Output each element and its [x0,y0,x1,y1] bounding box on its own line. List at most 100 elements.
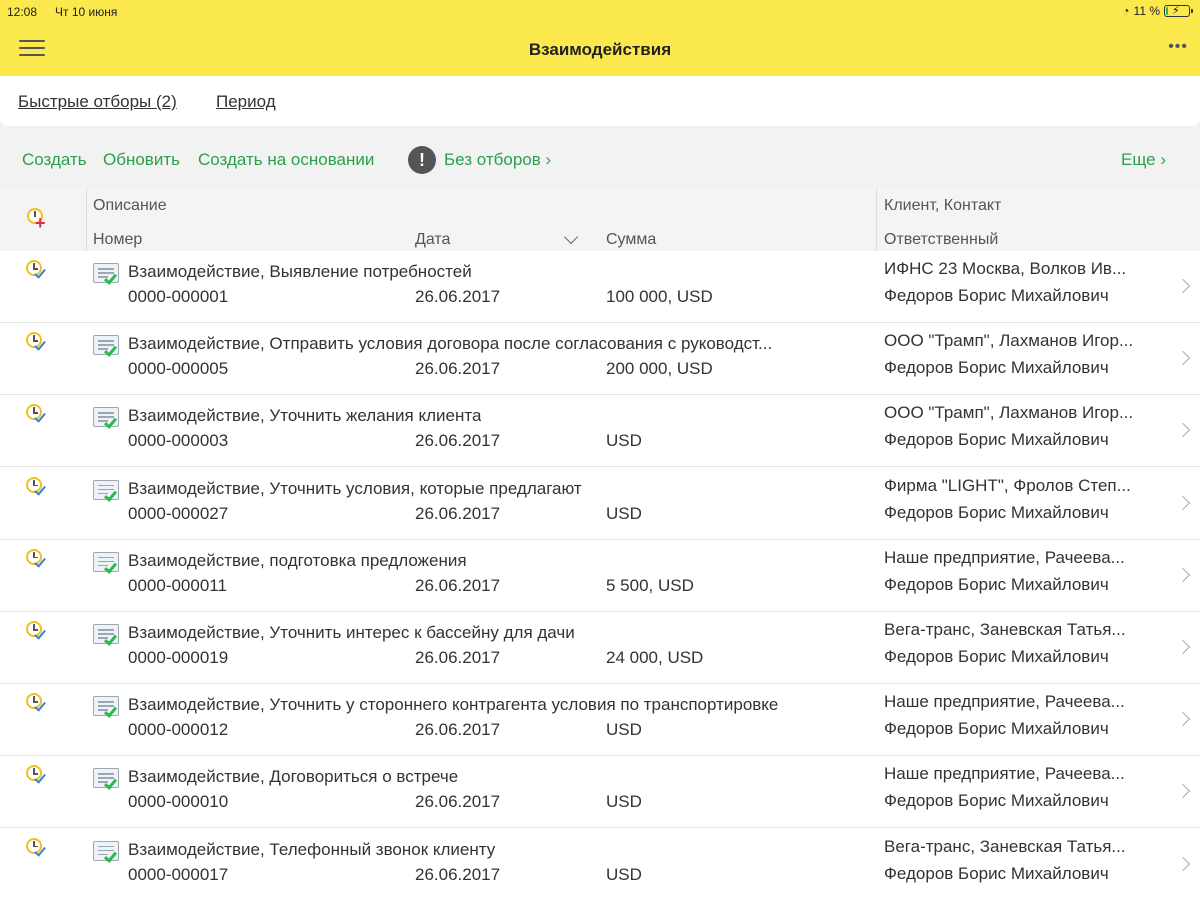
row-number: 0000-000005 [128,359,229,379]
filter-panel: Быстрые отборы (2) Период [0,76,1200,128]
add-reminder-icon[interactable]: + [35,214,46,232]
table-row[interactable]: Взаимодействие, подготовка предложения 00… [0,539,1200,612]
row-number: 0000-000011 [128,575,227,595]
chevron-right-icon: › [545,150,552,169]
quick-filters-link[interactable]: Быстрые отборы (2) [18,92,177,112]
row-responsible: Федоров Борис Михайлович [884,791,1109,811]
row-responsible: Федоров Борис Михайлович [884,719,1109,739]
filter-card: Быстрые отборы (2) Период [0,76,1200,126]
row-number: 0000-000010 [128,792,229,812]
more-label: Еще [1121,150,1156,169]
charging-bolt-icon: ⚡ [1172,5,1180,17]
refresh-button[interactable]: Обновить [103,150,180,170]
row-responsible: Федоров Борис Михайлович [884,286,1109,305]
row-number: 0000-000003 [128,431,229,451]
row-description: Взаимодействие, Уточнить у стороннего ко… [128,695,779,715]
battery-icon: ⚡ [1164,5,1193,17]
chevron-right-icon: › [1160,150,1166,169]
column-client-contact[interactable]: Клиент, Контакт [884,197,1001,215]
chevron-right-icon[interactable] [1175,567,1191,582]
row-description: Взаимодействие, Телефонный звонок клиент… [128,839,496,859]
chevron-right-icon[interactable] [1175,278,1191,294]
wifi-icon: ◔ [1122,4,1130,18]
row-sum: 200 000, USD [606,359,713,379]
chevron-right-icon[interactable] [1175,784,1191,799]
row-client: Фирма "LIGHT", Фролов Степ... [884,475,1131,495]
row-date: 26.06.2017 [415,359,501,379]
row-client: ООО "Трамп", Лахманов Игор... [884,331,1134,351]
row-responsible: Федоров Борис Михайлович [884,502,1109,522]
row-date: 26.06.2017 [415,792,501,812]
no-filters-label: Без отборов [444,150,541,169]
row-sum: USD [606,431,642,451]
row-description: Взаимодействие, Договориться о встрече [128,767,459,787]
row-responsible: Федоров Борис Михайлович [884,574,1109,594]
table-row[interactable]: Взаимодействие, Отправить условия догово… [0,323,1200,396]
table-row[interactable]: Взаимодействие, Телефонный звонок клиент… [0,828,1200,900]
chevron-right-icon[interactable] [1175,712,1191,727]
create-based-button[interactable]: Создать на основании [198,150,374,170]
table-row[interactable]: Взаимодействие, Уточнить условия, которы… [0,467,1200,540]
period-link[interactable]: Период [216,92,276,112]
row-responsible: Федоров Борис Михайлович [884,647,1109,666]
status-right: ◔ 11 % ⚡ [1122,4,1193,18]
row-number: 0000-000012 [128,720,229,740]
row-number: 0000-000001 [128,287,229,306]
row-date: 26.06.2017 [415,648,501,667]
row-description: Взаимодействие, Уточнить условия, которы… [128,478,582,498]
row-sum: USD [606,792,642,812]
row-responsible: Федоров Борис Михайлович [884,358,1109,378]
table-row[interactable]: Взаимодействие, Уточнить желания клиента… [0,395,1200,468]
chevron-right-icon[interactable] [1175,351,1191,366]
row-description: Взаимодействие, Уточнить интерес к бассе… [128,623,575,642]
create-button[interactable]: Создать [22,150,87,170]
row-sum: 100 000, USD [606,287,713,306]
table-row[interactable]: Взаимодействие, Уточнить у стороннего ко… [0,684,1200,757]
battery-percent: 11 % [1133,4,1160,18]
row-sum: USD [606,503,642,523]
more-button[interactable]: Еще › [1121,150,1166,170]
battery-fill [1166,7,1168,15]
row-date: 26.06.2017 [415,287,501,306]
chevron-right-icon[interactable] [1175,639,1191,655]
row-sum: 24 000, USD [606,648,704,667]
app-header: 12:08 Чт 10 июня ◔ 11 % ⚡ Взаимодействия… [0,0,1200,76]
row-date: 26.06.2017 [415,431,501,451]
row-client: Наше предприятие, Рачеева... [884,547,1125,567]
row-description: Взаимодействие, Выявление потребностей [128,262,472,281]
row-date: 26.06.2017 [415,720,501,740]
column-description[interactable]: Описание [93,197,167,215]
command-bar: Создать Обновить Создать на основании Бе… [0,128,1200,188]
row-client: Наше предприятие, Рачеева... [884,692,1125,712]
chevron-right-icon[interactable] [1175,423,1191,438]
row-number: 0000-000027 [128,503,229,523]
table-row[interactable]: Взаимодействие, Договориться о встрече 00… [0,756,1200,829]
more-options-icon[interactable]: ••• [1168,38,1188,56]
row-client: ИФНС 23 Москва, Волков Ив... [884,259,1127,278]
row-responsible: Федоров Борис Михайлович [884,430,1109,450]
table-row[interactable]: Взаимодействие, Уточнить интерес к бассе… [0,612,1200,684]
row-sum: 5 500, USD [606,575,694,595]
row-date: 26.06.2017 [415,864,501,884]
status-date: Чт 10 июня [55,5,118,19]
warning-icon[interactable]: ! [408,146,436,174]
no-filters-button[interactable]: Без отборов › [444,150,551,170]
chevron-right-icon[interactable] [1175,495,1191,510]
row-description: Взаимодействие, Отправить условия догово… [128,334,773,354]
row-sum: USD [606,720,642,740]
row-date: 26.06.2017 [415,503,501,523]
row-description: Взаимодействие, Уточнить желания клиента [128,406,482,426]
row-number: 0000-000019 [128,648,229,667]
column-date[interactable]: Дата [415,231,450,249]
row-responsible: Федоров Борис Михайлович [884,863,1109,883]
table-row[interactable]: Взаимодействие, Выявление потребностей 00… [0,251,1200,323]
column-responsible[interactable]: Ответственный [884,231,998,249]
column-number[interactable]: Номер [93,231,142,249]
row-client: ООО "Трамп", Лахманов Игор... [884,403,1134,423]
row-sum: USD [606,864,642,884]
chevron-right-icon[interactable] [1175,856,1191,871]
column-sum[interactable]: Сумма [606,231,656,249]
row-number: 0000-000017 [128,864,229,884]
row-client: Наше предприятие, Рачеева... [884,764,1125,784]
row-date: 26.06.2017 [415,575,501,595]
